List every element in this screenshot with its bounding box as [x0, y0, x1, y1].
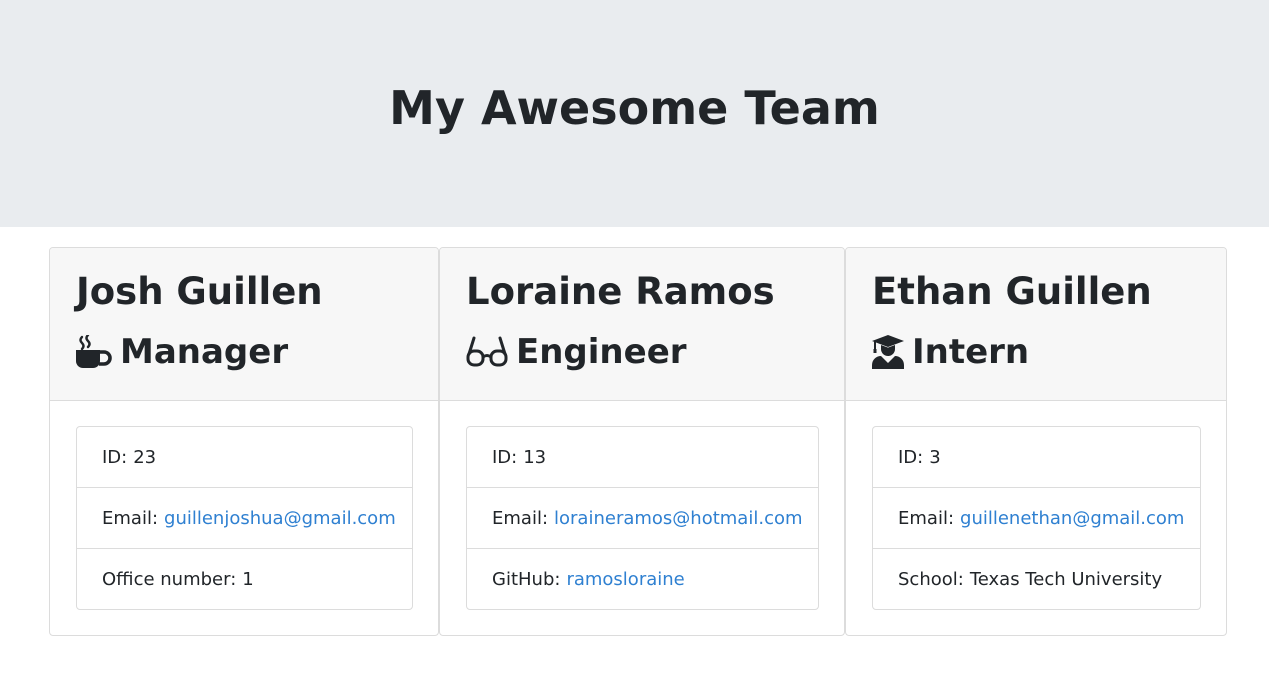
page-header: My Awesome Team	[0, 0, 1269, 227]
employee-email: Email: loraineramos@hotmail.com	[467, 488, 818, 549]
role-label: Intern	[912, 332, 1030, 372]
employee-details: ID: 3 Email: guillenethan@gmail.com Scho…	[872, 426, 1201, 610]
employee-email: Email: guillenethan@gmail.com	[873, 488, 1200, 549]
github-username: GitHub: ramosloraine	[492, 568, 685, 590]
role-label: Manager	[120, 332, 289, 372]
employee-name: Loraine Ramos	[466, 270, 775, 313]
employee-card-manager: Josh Guillen Manager ID: 23 Email: guill…	[49, 247, 439, 636]
email-link[interactable]: guillenethan@gmail.com	[960, 508, 1184, 529]
office-number: Office number: 1	[102, 568, 254, 590]
employee-id: ID: 23	[77, 427, 412, 488]
github-link[interactable]: ramosloraine	[566, 569, 684, 590]
employee-role: Intern	[872, 330, 1226, 374]
employee-email: Email: guillenjoshua@gmail.com	[77, 488, 412, 549]
page-title: My Awesome Team	[389, 80, 880, 135]
role-label: Engineer	[516, 332, 687, 372]
employee-name: Ethan Guillen	[872, 270, 1152, 313]
employee-name: Josh Guillen	[76, 270, 323, 313]
employee-card-engineer: Loraine Ramos Engineer ID: 13 Email: lor…	[439, 247, 845, 636]
graduate-icon	[872, 335, 904, 369]
employee-id: ID: 13	[467, 427, 818, 488]
employee-role: Engineer	[466, 330, 844, 374]
card-header: Loraine Ramos Engineer	[440, 248, 844, 401]
card-header: Josh Guillen Manager	[50, 248, 438, 401]
glasses-icon	[466, 336, 508, 368]
email-link[interactable]: guillenjoshua@gmail.com	[164, 508, 396, 529]
employee-details: ID: 23 Email: guillenjoshua@gmail.com Of…	[76, 426, 413, 610]
coffee-icon	[76, 335, 112, 369]
employee-id: ID: 3	[873, 427, 1200, 488]
employee-role: Manager	[76, 330, 438, 374]
card-header: Ethan Guillen Intern	[846, 248, 1226, 401]
employee-card-intern: Ethan Guillen Intern ID: 3 Email: guille…	[845, 247, 1227, 636]
school-name: School: Texas Tech University	[898, 568, 1163, 590]
employee-details: ID: 13 Email: loraineramos@hotmail.com G…	[466, 426, 819, 610]
email-link[interactable]: loraineramos@hotmail.com	[554, 508, 803, 529]
